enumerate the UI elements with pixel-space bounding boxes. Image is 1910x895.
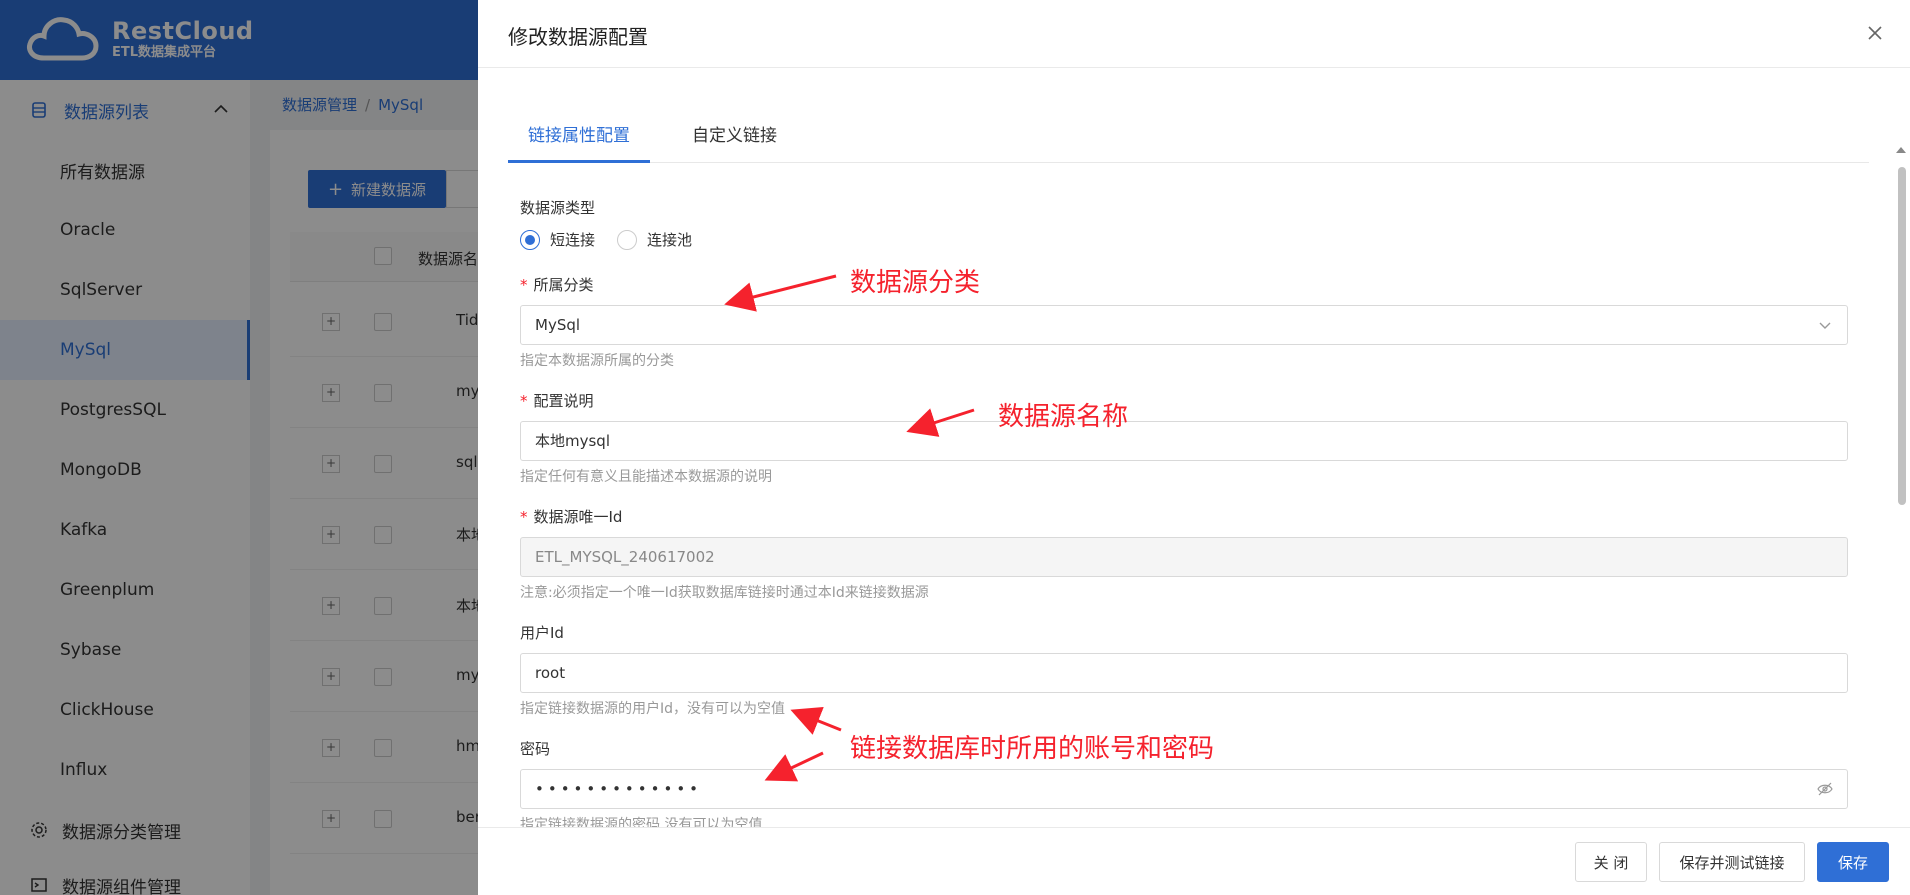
- description-label: * 配置说明: [520, 392, 594, 410]
- radio-connection-pool[interactable]: [617, 229, 638, 250]
- save-button[interactable]: 保存: [1817, 842, 1889, 882]
- eye-hidden-icon[interactable]: [1817, 781, 1833, 797]
- scroll-up-arrow-icon[interactable]: [1896, 147, 1906, 153]
- annotation-account: 链接数据库时所用的账号和密码: [850, 734, 1215, 764]
- source-type-label: 数据源类型: [520, 199, 596, 217]
- radio-short-connection-label[interactable]: 短连接: [550, 229, 595, 250]
- edit-datasource-drawer: 修改数据源配置 链接属性配置 自定义链接 数据源类型 短连接 连接池 * 所属分类…: [478, 0, 1910, 895]
- chevron-down-icon: [1819, 322, 1831, 329]
- drawer-footer: 关 闭 保存并测试链接 保存: [478, 827, 1910, 895]
- password-label: 密码: [520, 740, 551, 758]
- scrollbar-thumb[interactable]: [1898, 167, 1906, 505]
- drawer-header: 修改数据源配置: [478, 0, 1910, 68]
- radio-short-connection[interactable]: [520, 229, 540, 250]
- description-input[interactable]: 本地mysql: [520, 421, 1848, 461]
- radio-connection-pool-label[interactable]: 连接池: [647, 229, 692, 250]
- password-help: 指定链接数据源的密码,没有可以为空值: [520, 817, 763, 827]
- password-input[interactable]: •••••••••••••: [520, 769, 1848, 809]
- user-id-input[interactable]: root: [520, 653, 1848, 693]
- unique-id-label: * 数据源唯一Id: [520, 508, 623, 526]
- annotation-category: 数据源分类: [850, 268, 981, 298]
- user-id-help: 指定链接数据源的用户Id，没有可以为空值: [520, 701, 786, 717]
- category-help: 指定本数据源所属的分类: [520, 353, 674, 369]
- annotation-name: 数据源名称: [998, 402, 1129, 432]
- tab-link-properties[interactable]: 链接属性配置: [508, 109, 650, 163]
- tab-custom-link[interactable]: 自定义链接: [672, 109, 797, 163]
- description-help: 指定任何有意义且能描述本数据源的说明: [520, 469, 772, 485]
- user-id-label: 用户Id: [520, 624, 564, 642]
- drawer-tabs: 链接属性配置 自定义链接: [508, 109, 1869, 163]
- save-and-test-button[interactable]: 保存并测试链接: [1659, 842, 1805, 882]
- drawer-title: 修改数据源配置: [508, 25, 648, 49]
- unique-id-input: ETL_MYSQL_240617002: [520, 537, 1848, 577]
- unique-id-help: 注意:必须指定一个唯一Id获取数据库链接时通过本Id来链接数据源: [520, 585, 929, 601]
- close-button[interactable]: 关 闭: [1575, 842, 1647, 882]
- category-label: * 所属分类: [520, 276, 594, 294]
- drawer-body: 链接属性配置 自定义链接 数据源类型 短连接 连接池 * 所属分类 MySql 指…: [478, 69, 1910, 827]
- category-select[interactable]: MySql: [520, 305, 1848, 345]
- source-type-radio-group: 短连接 连接池: [520, 229, 714, 250]
- close-icon[interactable]: [1866, 24, 1884, 42]
